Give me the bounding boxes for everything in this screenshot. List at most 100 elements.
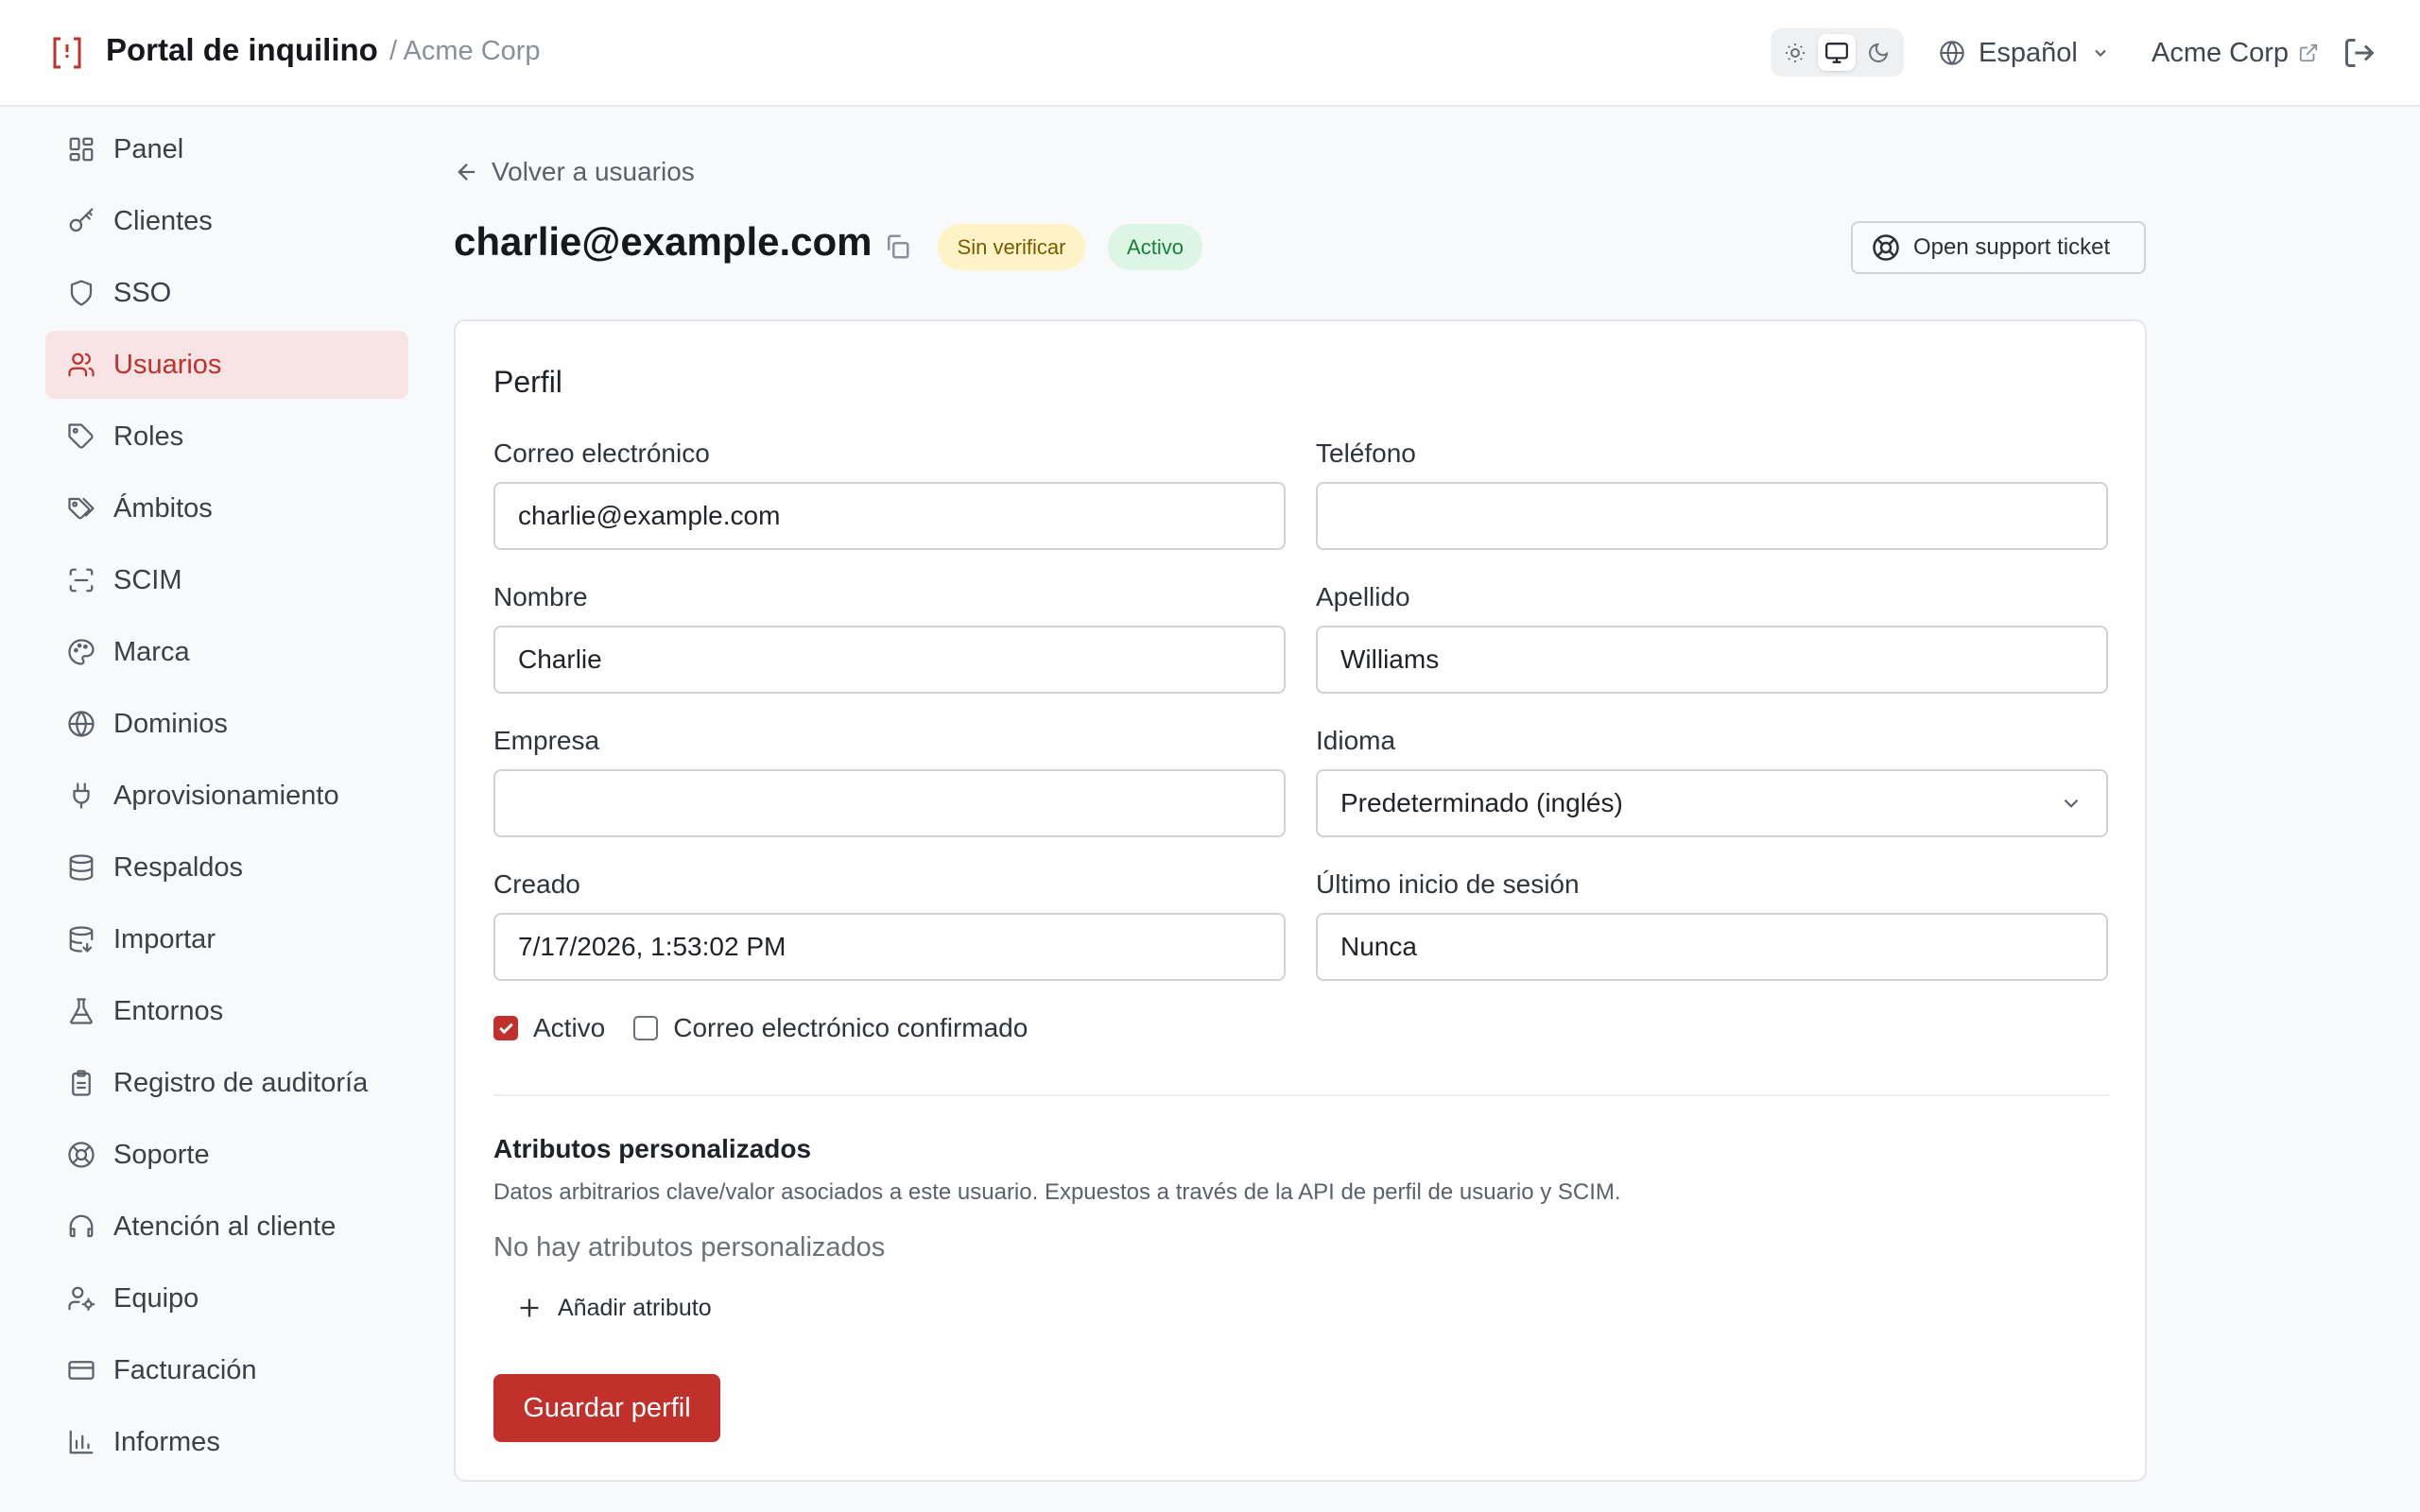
- sidebar-item-label: Facturación: [113, 1354, 257, 1385]
- company-field[interactable]: [493, 769, 1286, 837]
- headset-icon: [66, 1211, 96, 1242]
- theme-system-button[interactable]: [1818, 34, 1856, 71]
- dashboard-icon: [66, 134, 96, 164]
- sidebar-item-label: Clientes: [113, 205, 213, 236]
- sidebar-item-shield[interactable]: SSO: [45, 259, 408, 327]
- logout-icon[interactable]: [2342, 36, 2377, 70]
- lifebuoy-icon: [1873, 234, 1899, 261]
- support-button-label: Open support ticket: [1913, 234, 2111, 260]
- add-attribute-button[interactable]: Añadir atributo: [516, 1289, 712, 1327]
- sidebar-item-label: Marca: [113, 636, 190, 667]
- language-select[interactable]: Español: [1939, 28, 2110, 77]
- sidebar-item-lifebuoy[interactable]: Soporte: [45, 1121, 408, 1189]
- sidebar-item-label: SCIM: [113, 564, 182, 595]
- sidebar-item-bar-chart[interactable]: Informes: [45, 1408, 408, 1476]
- plus-icon: [520, 1298, 539, 1317]
- sidebar-item-globe[interactable]: Dominios: [45, 690, 408, 758]
- plug-icon: [66, 781, 96, 811]
- sidebar-item-scan[interactable]: SCIM: [45, 546, 408, 614]
- scan-icon: [66, 565, 96, 595]
- globe-icon: [1940, 41, 1964, 65]
- language-field-label: Idioma: [1316, 726, 1396, 755]
- monitor-icon: [1825, 42, 1848, 63]
- sidebar-item-label: Equipo: [113, 1282, 199, 1314]
- email-confirmed-checkbox[interactable]: [633, 1016, 659, 1040]
- app-title[interactable]: Portal de inquilino: [106, 32, 378, 68]
- theme-light-button[interactable]: [1776, 34, 1814, 71]
- credit-card-icon: [66, 1355, 96, 1385]
- sidebar-item-label: Entornos: [113, 995, 224, 1026]
- add-attribute-label: Añadir atributo: [558, 1294, 712, 1321]
- chevron-down-icon: [2064, 799, 2079, 808]
- bar-chart-icon: [66, 1427, 96, 1457]
- shield-icon: [66, 278, 96, 308]
- email-field[interactable]: charlie@example.com: [493, 482, 1286, 550]
- flask-icon: [66, 996, 96, 1026]
- users-icon: [66, 350, 96, 380]
- chevron-down-icon: [2095, 49, 2106, 57]
- save-profile-button[interactable]: Guardar perfil: [493, 1374, 720, 1442]
- custom-attributes-heading: Atributos personalizados: [493, 1134, 812, 1163]
- lifebuoy-icon: [66, 1140, 96, 1170]
- custom-attributes-description: Datos arbitrarios clave/valor asociados …: [493, 1179, 1621, 1205]
- back-link-label: Volver a usuarios: [492, 157, 695, 186]
- database-import-icon: [66, 924, 96, 954]
- language-dropdown[interactable]: Predeterminado (inglés): [1316, 769, 2108, 837]
- sun-icon: [1786, 43, 1805, 62]
- first-name-field[interactable]: Charlie: [493, 626, 1286, 694]
- sidebar-item-users[interactable]: Usuarios: [45, 331, 408, 399]
- active-checkbox-label: Activo: [533, 1013, 606, 1042]
- key-icon: [66, 206, 96, 236]
- sidebar-item-tags[interactable]: Ámbitos: [45, 474, 408, 542]
- first-name-label: Nombre: [493, 582, 588, 611]
- database-icon: [66, 852, 96, 883]
- open-support-ticket-button[interactable]: Open support ticket: [1851, 221, 2146, 274]
- last-name-field[interactable]: Williams: [1316, 626, 2108, 694]
- page-title: charlie@example.com: [454, 219, 873, 264]
- sidebar-item-user-cog[interactable]: Equipo: [45, 1264, 408, 1332]
- custom-attributes-empty-text: No hay atributos personalizados: [493, 1232, 886, 1263]
- sidebar-item-label: Atención al cliente: [113, 1211, 337, 1242]
- sidebar-item-headset[interactable]: Atención al cliente: [45, 1193, 408, 1261]
- copy-icon[interactable]: [883, 232, 911, 261]
- sidebar-item-palette[interactable]: Marca: [45, 618, 408, 686]
- sidebar-item-label: Usuarios: [113, 349, 222, 380]
- company-label: Empresa: [493, 726, 600, 755]
- external-link-icon: [2299, 43, 2318, 62]
- sidebar-item-credit-card[interactable]: Facturación: [45, 1336, 408, 1404]
- phone-field[interactable]: [1316, 482, 2108, 550]
- last-login-field[interactable]: Nunca: [1316, 913, 2108, 981]
- sidebar-item-label: Aprovisionamiento: [113, 780, 339, 811]
- sidebar-item-plug[interactable]: Aprovisionamiento: [45, 762, 408, 830]
- sidebar-item-clipboard[interactable]: Registro de auditoría: [45, 1049, 408, 1117]
- email-label: Correo electrónico: [493, 438, 710, 468]
- sidebar-item-database[interactable]: Respaldos: [45, 833, 408, 902]
- user-cog-icon: [66, 1283, 96, 1314]
- profile-heading: Perfil: [493, 365, 562, 399]
- sidebar-item-dashboard[interactable]: Panel: [45, 115, 408, 183]
- sidebar-item-label: SSO: [113, 277, 172, 308]
- sidebar-item-flask[interactable]: Entornos: [45, 977, 408, 1045]
- section-divider: [493, 1094, 2110, 1096]
- palette-icon: [66, 637, 96, 667]
- theme-toggle: [1771, 28, 1904, 77]
- created-field[interactable]: 7/17/2026, 1:53:02 PM: [493, 913, 1286, 981]
- tags-icon: [66, 493, 96, 524]
- sidebar-item-database-import[interactable]: Importar: [45, 905, 408, 973]
- sidebar-item-key[interactable]: Clientes: [45, 187, 408, 255]
- last-name-label: Apellido: [1316, 582, 1410, 611]
- sidebar-item-label: Soporte: [113, 1139, 210, 1170]
- app-logo-icon: [53, 37, 81, 69]
- sidebar-item-label: Registro de auditoría: [113, 1067, 369, 1098]
- back-to-users-link[interactable]: Volver a usuarios: [454, 153, 695, 191]
- clipboard-icon: [66, 1068, 96, 1098]
- sidebar-item-label: Ámbitos: [113, 492, 213, 524]
- profile-card: Perfil Correo electrónico charlie@exampl…: [454, 319, 2147, 1482]
- sidebar-item-tag[interactable]: Roles: [45, 403, 408, 471]
- language-dropdown-value: Predeterminado (inglés): [1340, 788, 1623, 817]
- email-confirmed-checkbox-label: Correo electrónico confirmado: [673, 1013, 1028, 1042]
- active-checkbox[interactable]: [493, 1016, 518, 1040]
- org-external-link[interactable]: Acme Corp: [2152, 28, 2319, 77]
- status-badge-unverified: Sin verificar: [938, 224, 1085, 270]
- theme-dark-button[interactable]: [1859, 34, 1897, 71]
